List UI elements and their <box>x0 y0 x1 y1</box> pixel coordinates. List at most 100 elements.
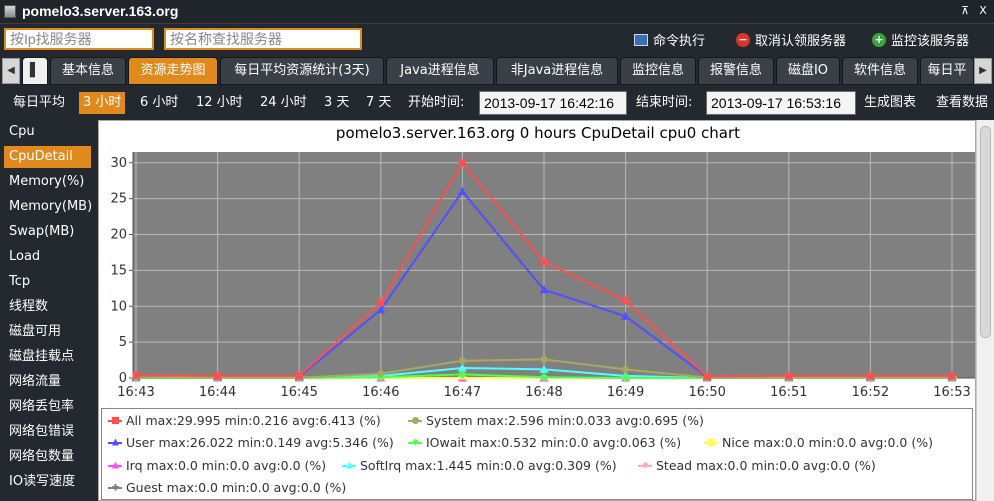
y-tick-label: 30 <box>110 156 127 171</box>
sidebar-item-packet-loss[interactable]: 网络丢包率 <box>4 396 91 418</box>
command-exec-label: 命令执行 <box>653 34 706 49</box>
legend-swatch-stead <box>638 460 652 472</box>
sidebar-item-swap[interactable]: Swap(MB) <box>4 221 91 243</box>
range-7d[interactable]: 7 天 <box>362 92 395 114</box>
tab-bar: ◀ ▌ 基本信息 资源走势图 每日平均资源统计(3天) Java进程信息 非Ja… <box>0 56 994 86</box>
sidebar-item-memory-mb[interactable]: Memory(MB) <box>4 196 92 218</box>
unclaim-server-label: 取消认领服务器 <box>755 34 847 49</box>
x-tick-label: 16:47 <box>444 385 481 400</box>
legend-swatch-iowait <box>408 437 422 449</box>
sidebar-item-disk-available[interactable]: 磁盘可用 <box>4 321 91 343</box>
y-tick-label: 0 <box>119 371 127 386</box>
sidebar-item-packet-errors[interactable]: 网络包错误 <box>4 421 91 443</box>
end-time-input[interactable]: 2013-09-17 16:53:16 <box>706 91 856 115</box>
range-3h[interactable]: 3 小时 <box>79 92 126 114</box>
legend-item-system: System max:2.596 min:0.033 avg:0.695 (%) <box>408 413 704 428</box>
sidebar-item-memory-percent[interactable]: Memory(%) <box>4 171 91 193</box>
y-tick-label: 10 <box>110 299 127 314</box>
tab-disk-io[interactable]: 磁盘IO <box>776 57 840 85</box>
range-3d[interactable]: 3 天 <box>320 92 353 114</box>
view-data-button[interactable]: 查看数据 <box>936 92 988 114</box>
data-point-all <box>622 297 630 305</box>
tab-monitor-info[interactable]: 监控信息 <box>620 57 696 85</box>
sidebar-item-cpu[interactable]: Cpu <box>4 121 91 143</box>
tab-collapsed[interactable]: ▌ <box>22 57 48 85</box>
monitor-server-label: 监控该服务器 <box>891 34 970 49</box>
legend-item-stead: Stead max:0.0 min:0.0 avg:0.0 (%) <box>638 458 876 473</box>
data-point-all <box>540 258 548 266</box>
range-12h[interactable]: 12 小时 <box>192 92 247 114</box>
data-point-all <box>785 372 793 380</box>
sidebar-item-io-speed[interactable]: IO读写速度 <box>4 471 91 493</box>
plot-area <box>133 152 975 378</box>
command-exec-button[interactable]: 命令执行 <box>634 30 705 49</box>
legend-label-irq: Irq max:0.0 min:0.0 avg:0.0 (%) <box>126 458 327 473</box>
sidebar-item-cpudetail[interactable]: CpuDetail <box>4 146 91 168</box>
legend-item-iowait: IOwait max:0.532 min:0.0 avg:0.063 (%) <box>408 435 681 450</box>
legend-item-guest: Guest max:0.0 min:0.0 avg:0.0 (%) <box>108 480 346 495</box>
range-daily-average[interactable]: 每日平均 <box>9 92 69 114</box>
monitor-server-button[interactable]: + 监控该服务器 <box>872 30 969 49</box>
minus-circle-icon: − <box>736 32 750 47</box>
x-tick-label: 16:53 <box>933 385 970 400</box>
sidebar-item-tcp[interactable]: Tcp <box>4 271 91 293</box>
sidebar-item-network-traffic[interactable]: 网络流量 <box>4 371 91 393</box>
legend-label-nice: Nice max:0.0 min:0.0 avg:0.0 (%) <box>722 435 933 450</box>
generate-chart-button[interactable]: 生成图表 <box>864 92 916 114</box>
pin-button[interactable]: ⊼ <box>958 4 972 18</box>
legend-label-softirq: SoftIrq max:1.445 min:0.0 avg:0.309 (%) <box>360 458 617 473</box>
data-point-system <box>622 365 630 373</box>
legend-item-all: All max:29.995 min:0.216 avg:6.413 (%) <box>108 413 381 428</box>
unclaim-server-button[interactable]: − 取消认领服务器 <box>736 30 846 49</box>
scrollbar-thumb[interactable] <box>980 126 991 338</box>
x-tick-label: 16:52 <box>852 385 889 400</box>
data-point-all <box>295 372 303 380</box>
sidebar-item-mount-points[interactable]: 磁盘挂载点 <box>4 346 91 368</box>
range-6h[interactable]: 6 小时 <box>136 92 182 114</box>
ip-search-input[interactable]: 按Ip找服务器 <box>4 28 154 50</box>
app-icon <box>4 5 16 18</box>
title-bar: pomelo3.server.163.org ⊼ X <box>0 0 994 24</box>
time-range-bar: 每日平均 3 小时 6 小时 12 小时 24 小时 3 天 7 天 开始时间:… <box>0 88 994 118</box>
name-search-input[interactable]: 按名称查找服务器 <box>164 28 362 50</box>
sidebar-item-threads[interactable]: 线程数 <box>4 296 91 318</box>
tab-resource-trend[interactable]: 资源走势图 <box>128 57 218 85</box>
tab-java-process[interactable]: Java进程信息 <box>386 57 494 85</box>
data-point-all <box>458 159 466 167</box>
legend-item-user: User max:26.022 min:0.149 avg:5.346 (%) <box>108 435 394 450</box>
window-title: pomelo3.server.163.org <box>22 3 179 19</box>
tab-basic-info[interactable]: 基本信息 <box>50 57 126 85</box>
start-time-input[interactable]: 2013-09-17 16:42:16 <box>479 91 627 115</box>
legend-label-all: All max:29.995 min:0.216 avg:6.413 (%) <box>126 413 381 428</box>
chart-panel: pomelo3.server.163.org 0 hours CpuDetail… <box>98 120 976 501</box>
tab-software-info[interactable]: 软件信息 <box>842 57 918 85</box>
data-point-all <box>866 372 874 380</box>
data-point-system <box>540 355 548 363</box>
tab-alarm-info[interactable]: 报警信息 <box>698 57 774 85</box>
plus-circle-icon: + <box>872 32 886 47</box>
end-time-label: 结束时间: <box>636 95 693 110</box>
close-button[interactable]: X <box>976 4 990 18</box>
vertical-scrollbar[interactable] <box>976 120 994 501</box>
legend-label-user: User max:26.022 min:0.149 avg:5.346 (%) <box>126 435 394 450</box>
tab-daily-average[interactable]: 每日平均资源统计(3天) <box>220 57 384 85</box>
data-point-system <box>458 357 466 365</box>
legend-label-iowait: IOwait max:0.532 min:0.0 avg:0.063 (%) <box>426 435 682 450</box>
legend-label-guest: Guest max:0.0 min:0.0 avg:0.0 (%) <box>126 480 347 495</box>
data-point-all <box>214 372 222 380</box>
tab-scroll-right-button[interactable]: ▶ <box>974 58 992 84</box>
legend-item-softirq: SoftIrq max:1.445 min:0.0 avg:0.309 (%) <box>342 458 617 473</box>
x-tick-label: 16:44 <box>199 385 236 400</box>
data-point-all <box>132 371 140 379</box>
search-bar: 按Ip找服务器 按名称查找服务器 命令执行 − 取消认领服务器 + 监控该服务器 <box>0 26 994 54</box>
tab-non-java-process[interactable]: 非Java进程信息 <box>496 57 618 85</box>
x-tick-label: 16:48 <box>525 385 562 400</box>
tab-daily-cut[interactable]: 每日平 <box>920 57 974 85</box>
tab-scroll-left-button[interactable]: ◀ <box>2 58 20 84</box>
sidebar-item-packet-count[interactable]: 网络包数量 <box>4 446 91 468</box>
sidebar-item-load[interactable]: Load <box>4 246 91 268</box>
x-tick-label: 16:49 <box>607 385 644 400</box>
range-24h[interactable]: 24 小时 <box>256 92 311 114</box>
x-tick-label: 16:45 <box>280 385 317 400</box>
legend-label-stead: Stead max:0.0 min:0.0 avg:0.0 (%) <box>656 458 876 473</box>
